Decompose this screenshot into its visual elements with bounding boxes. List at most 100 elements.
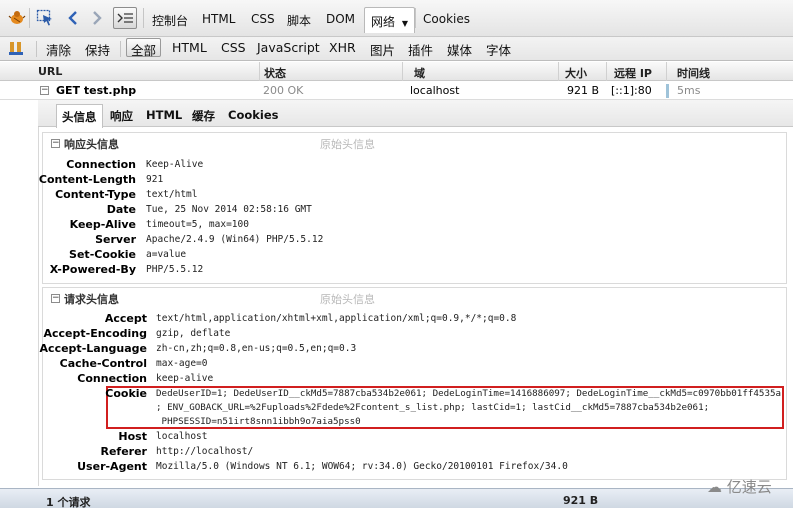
header-name: Accept	[104, 312, 147, 325]
collapse-icon[interactable]: −	[40, 86, 49, 95]
header-name: Content-Length	[38, 173, 136, 186]
response-raw-headers-link[interactable]: 原始头信息	[320, 136, 375, 152]
header-name: Referer	[100, 445, 148, 458]
column-divider	[402, 62, 403, 81]
main-toolbar: 控制台 HTML CSS 脚本 DOM 网络 ▼ Cookies	[0, 0, 793, 37]
back-icon[interactable]	[64, 9, 82, 27]
filter-images[interactable]: 图片	[370, 40, 395, 59]
header-value: max-age=0	[156, 358, 208, 369]
column-divider	[259, 62, 260, 81]
forward-icon[interactable]	[88, 9, 106, 27]
tab-script[interactable]: 脚本	[287, 12, 311, 29]
clear-button[interactable]: 清除	[46, 40, 71, 59]
collapse-icon[interactable]: −	[51, 139, 60, 148]
request-count: 1 个请求	[46, 496, 91, 508]
header-name: Accept-Language	[39, 342, 147, 355]
header-value: Keep-Alive	[146, 159, 204, 170]
tab-dom[interactable]: DOM	[326, 12, 355, 26]
console-toggle-icon[interactable]	[113, 7, 137, 29]
request-url: GET test.php	[56, 84, 137, 97]
toolbar-divider	[143, 8, 144, 28]
column-divider	[666, 62, 667, 81]
column-timeline[interactable]: 时间线	[677, 65, 710, 81]
request-headers-title: 请求头信息	[64, 293, 119, 306]
header-value: text/html	[146, 189, 198, 200]
filter-media[interactable]: 媒体	[447, 40, 472, 59]
header-name: Cache-Control	[59, 357, 147, 370]
pause-icon[interactable]	[9, 40, 23, 56]
header-name: Date	[106, 203, 136, 216]
filter-javascript[interactable]: JavaScript	[257, 40, 320, 55]
tab-console[interactable]: 控制台	[152, 12, 188, 29]
cookie-value-line: PHPSESSID=n51irt8snn1ibbh9o7aia5pss0	[156, 416, 361, 427]
column-domain[interactable]: 域	[414, 65, 425, 81]
header-value: a=value	[146, 249, 187, 260]
left-gutter	[0, 100, 38, 488]
collapse-icon[interactable]: −	[51, 294, 60, 303]
header-value: gzip, deflate	[156, 328, 231, 339]
request-status: 200 OK	[263, 84, 304, 97]
cookie-value-line: DedeUserID=1; DedeUserID__ckMd5=7887cba5…	[156, 388, 782, 399]
header-value: Apache/2.4.9 (Win64) PHP/5.5.12	[146, 234, 324, 245]
timeline-bar	[666, 84, 669, 98]
tab-cache[interactable]: 缓存	[192, 108, 215, 124]
request-domain: localhost	[410, 84, 460, 97]
header-value: 921	[146, 174, 164, 185]
request-table-header: URL 状态 域 大小 远程 IP 时间线	[0, 62, 793, 81]
column-size[interactable]: 大小	[565, 65, 587, 81]
request-remote-ip: [::1]:80	[611, 84, 652, 97]
tab-cookies-detail[interactable]: Cookies	[228, 108, 278, 122]
header-value: timeout=5, max=100	[146, 219, 249, 230]
tab-headers[interactable]: 头信息	[56, 104, 103, 128]
filter-fonts[interactable]: 字体	[486, 40, 511, 59]
tab-css[interactable]: CSS	[251, 12, 275, 26]
header-name: Connection	[66, 158, 136, 171]
toolbar-divider	[120, 41, 121, 57]
column-url[interactable]: URL	[38, 65, 62, 78]
tab-response[interactable]: 响应	[110, 108, 133, 124]
header-value: Tue, 25 Nov 2014 02:58:16 GMT	[146, 204, 312, 215]
filter-all[interactable]: 全部	[126, 38, 162, 58]
persist-button[interactable]: 保持	[85, 40, 110, 59]
tab-cookies[interactable]: Cookies	[423, 12, 470, 26]
request-raw-headers-link[interactable]: 原始头信息	[320, 291, 375, 307]
header-name: Host	[118, 430, 147, 443]
filter-xhr[interactable]: XHR	[329, 40, 356, 55]
toolbar-divider	[36, 41, 37, 57]
response-headers-title: 响应头信息	[64, 138, 119, 151]
header-value: Mozilla/5.0 (Windows NT 6.1; WOW64; rv:3…	[156, 461, 568, 472]
firebug-icon[interactable]	[8, 9, 26, 27]
header-name: Set-Cookie	[69, 248, 136, 261]
tab-html-detail[interactable]: HTML	[146, 108, 182, 122]
header-name: User-Agent	[77, 460, 147, 473]
filter-css[interactable]: CSS	[221, 40, 246, 55]
column-remote-ip[interactable]: 远程 IP	[614, 65, 652, 81]
header-name: Content-Type	[55, 188, 136, 201]
filter-plugins[interactable]: 插件	[408, 40, 433, 59]
header-name: Accept-Encoding	[43, 327, 148, 340]
table-row[interactable]: − GET test.php 200 OK localhost 921 B [:…	[0, 81, 793, 100]
cloud-icon: ☁	[707, 478, 722, 496]
tab-html[interactable]: HTML	[202, 12, 235, 26]
request-size: 921 B	[567, 84, 600, 97]
header-value: localhost	[156, 431, 208, 442]
header-value: keep-alive	[156, 373, 214, 384]
inspect-icon[interactable]	[36, 9, 54, 27]
cookie-value-line: ; ENV_GOBACK_URL=%2Fuploads%2Fdede%2Fcon…	[156, 402, 710, 413]
column-divider	[558, 62, 559, 81]
toolbar-divider	[29, 8, 30, 28]
tab-network[interactable]: 网络 ▼	[364, 7, 415, 33]
caret-down-icon: ▼	[401, 19, 408, 28]
header-name: Keep-Alive	[69, 218, 136, 231]
header-name: X-Powered-By	[49, 263, 136, 276]
header-value: PHP/5.5.12	[146, 264, 204, 275]
summary-bar: 1 个请求 921 B	[0, 488, 793, 508]
header-value: zh-cn,zh;q=0.8,en-us;q=0.5,en;q=0.3	[156, 343, 357, 354]
column-status[interactable]: 状态	[264, 65, 286, 81]
header-value: text/html,application/xhtml+xml,applicat…	[156, 313, 517, 324]
watermark-logo: ☁ 亿速云	[707, 476, 772, 497]
network-filter-bar	[0, 37, 793, 61]
filter-html[interactable]: HTML	[172, 40, 207, 55]
header-name: Server	[95, 233, 136, 246]
header-name-cookie: Cookie	[105, 387, 147, 400]
